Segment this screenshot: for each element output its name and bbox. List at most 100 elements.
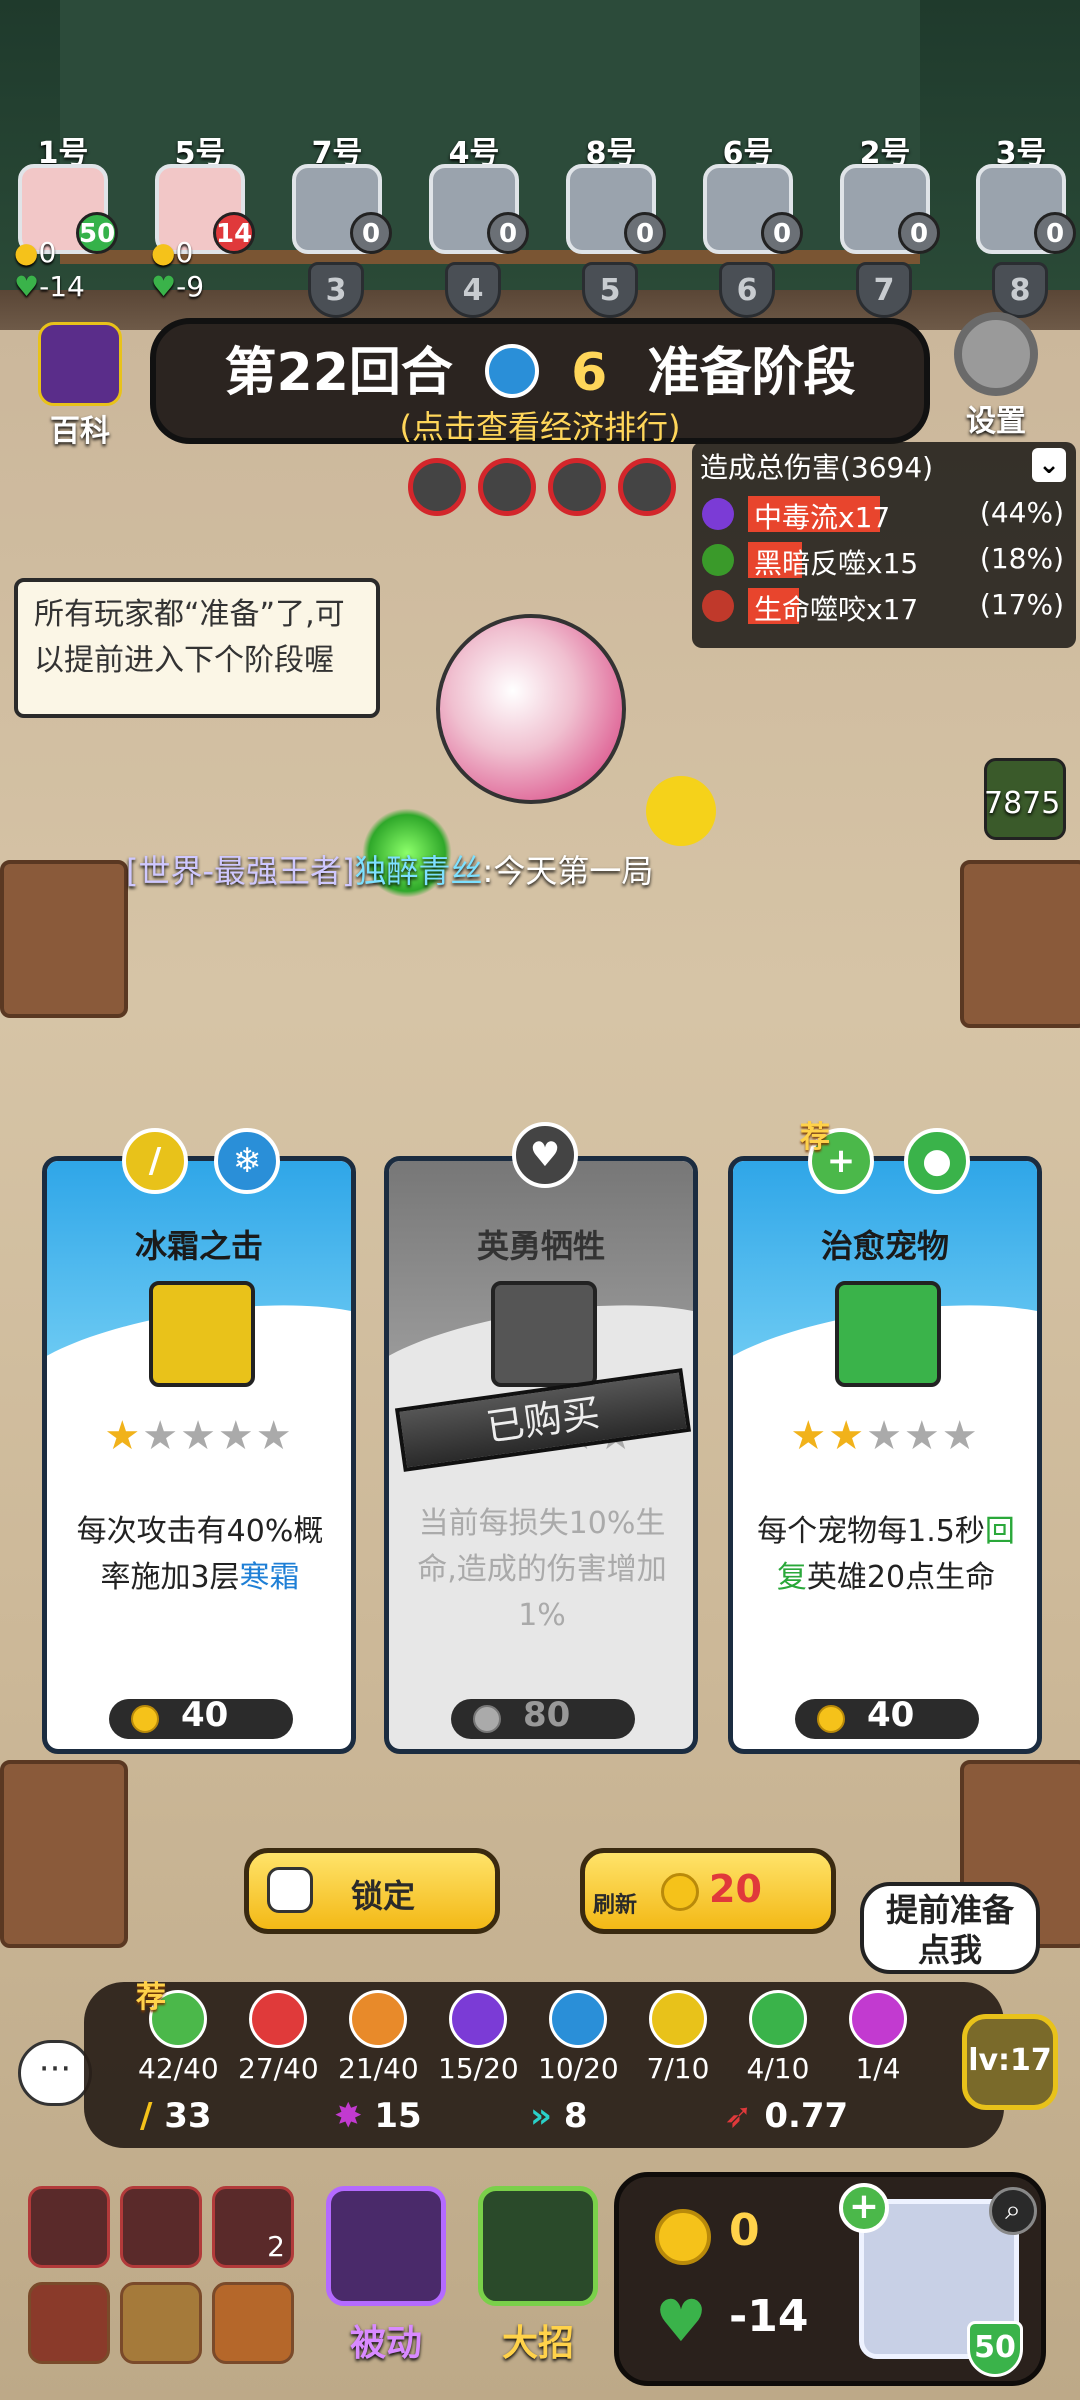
price-value: 80 (523, 1695, 571, 1735)
synergy-frost[interactable]: 10/20 (538, 1990, 619, 2085)
rank-shield: 3 (308, 262, 364, 318)
paw-icon (749, 1990, 807, 2048)
synergy-count: 4/10 (746, 2052, 810, 2085)
encyclopedia-label: 百科 (50, 414, 110, 449)
card-description: 当前每损失10%生命,造成的伤害增加1% (417, 1506, 667, 1633)
damage-row: 黑暗反噬x15 (18%) (698, 540, 1068, 580)
player-hp: ♥-14 (14, 270, 85, 303)
player-level-badge: 14 (213, 212, 255, 254)
synergy-burst[interactable]: 1/4 (838, 1990, 918, 2085)
crit-stat: ✸ 15 (334, 2096, 422, 2136)
banned-traits (408, 458, 680, 516)
player-hud: 0 ♥ -14 + ⌕ 50 (614, 2172, 1046, 2386)
synergy-pet[interactable]: 4/10 (738, 1990, 818, 2085)
heart-icon: ♥ (151, 270, 177, 303)
refresh-cost: 20 (709, 1867, 762, 1911)
early-ready-bubble[interactable]: 提前准备点我 (860, 1882, 1040, 1974)
passive-label: 被动 (349, 2323, 422, 2364)
synergy-count: 10/20 (538, 2052, 619, 2085)
passive-skill-icon[interactable] (326, 2186, 446, 2306)
recommended-tag: 荐 (136, 1980, 166, 2015)
damage-row: 生命噬咬x17 (17%) (698, 586, 1068, 626)
banned-icon (618, 458, 676, 516)
synergy-count: 21/40 (338, 2052, 419, 2085)
life-bite-icon (702, 590, 734, 622)
chat-sender[interactable]: 独醉青丝 (355, 852, 483, 890)
gold-orb (646, 776, 716, 846)
heart-icon: ♥ (512, 1122, 578, 1188)
ultimate-label: 大招 (501, 2323, 574, 2364)
gear-icon (954, 312, 1038, 396)
coin-icon (655, 2209, 711, 2265)
bag-icon[interactable] (28, 2282, 110, 2364)
card-description: 每次攻击有40%概率施加3层寒霜 (76, 1514, 324, 1595)
round-title: 第22回合 6 准备阶段 (156, 330, 924, 405)
magnifier-icon[interactable]: ⌕ (989, 2187, 1037, 2235)
burger-icon[interactable] (212, 2282, 294, 2364)
encyclopedia-button[interactable]: 百科 (30, 322, 130, 450)
snowflake-icon (549, 1990, 607, 2048)
card-price: 40 (795, 1695, 979, 1739)
sword-icon (649, 1990, 707, 2048)
synergy-heart[interactable]: 27/40 (238, 1990, 319, 2085)
hp-value: -14 (729, 2291, 809, 2342)
player-hp: ♥-9 (151, 270, 205, 303)
shop-card-frost-strike[interactable]: 冰霜之击 ★★★★★ 每次攻击有40%概率施加3层寒霜 40 (42, 1156, 356, 1754)
phase-label: 准备阶段 (647, 343, 856, 403)
cards-icon[interactable]: 2 (212, 2186, 294, 2268)
round-banner[interactable]: 第22回合 6 准备阶段 (点击查看经济排行) (150, 318, 930, 446)
gold-value: 0 (729, 2205, 760, 2256)
synergy-bar[interactable]: 42/40 荐 27/40 21/40 15/20 10/20 7/10 4/1… (84, 1980, 1004, 2148)
chat-icon[interactable]: ··· (18, 2040, 92, 2106)
sword-icon: / (122, 1128, 188, 1194)
shop-cart-icon[interactable] (28, 2186, 110, 2268)
snowflake-icon: ❄ (214, 1128, 280, 1194)
damage-row: 中毒流x17 (44%) (698, 494, 1068, 534)
refresh-button[interactable]: 刷新 20 (580, 1848, 836, 1934)
lock-button[interactable]: 锁定 (244, 1848, 500, 1934)
healing-pet-icon (835, 1281, 941, 1387)
damage-panel[interactable]: 造成总伤害(3694) ⌄ 中毒流x17 (44%) 黑暗反噬x15 (18%)… (692, 442, 1076, 648)
card-price: 80 (451, 1695, 635, 1739)
dark-backlash-icon (702, 544, 734, 576)
synergy-shield[interactable]: 21/40 (338, 1990, 419, 2085)
level-up-icon[interactable]: + (839, 2183, 889, 2233)
synergy-poison[interactable]: 15/20 (438, 1990, 519, 2085)
damage-label: 黑暗反噬x15 (754, 547, 919, 580)
coin-icon (817, 1705, 845, 1733)
ultimate-skill-icon[interactable] (478, 2186, 598, 2306)
card-price: 40 (109, 1695, 293, 1739)
crit-icon: ✸ (334, 2096, 375, 2136)
hero-level-badge: 50 (967, 2321, 1023, 2377)
level-badge[interactable]: lv:17 (962, 2014, 1058, 2110)
heart-icon: ♥ (14, 270, 40, 303)
banned-icon (408, 458, 466, 516)
helmet-icon (491, 1281, 597, 1387)
bread-icon[interactable] (120, 2282, 202, 2364)
synergy-count: 42/40 (138, 2052, 219, 2085)
skull-icon (449, 1990, 507, 2048)
heart-icon (249, 1990, 307, 2048)
crown-icon[interactable] (120, 2186, 202, 2268)
poison-skull-icon (702, 498, 734, 530)
cards-count: 2 (267, 2230, 285, 2263)
world-chat-line: [世界-最强王者]独醉青丝:今天第一局 (126, 846, 653, 892)
shield-icon (349, 1990, 407, 2048)
chevron-down-icon[interactable]: ⌄ (1032, 448, 1066, 482)
synergy-count: 1/4 (855, 2052, 901, 2085)
lock-icon (267, 1867, 313, 1913)
card-name: 英勇牺牲 (476, 1227, 605, 1265)
card-stars: ★★★★★ (790, 1413, 980, 1459)
damage-percent: (17%) (979, 588, 1064, 621)
player-level-badge: 50 (76, 212, 118, 254)
attack-speed-icon: ➶ (724, 2096, 765, 2136)
settings-button[interactable]: 设置 (946, 312, 1046, 440)
damage-label: 生命噬咬x17 (754, 593, 919, 626)
rank-shield: 5 (582, 262, 638, 318)
chat-channel: [世界-最强王者] (126, 852, 355, 890)
synergy-sword[interactable]: 7/10 (638, 1990, 718, 2085)
round-number: 第22回合 (224, 343, 453, 403)
shop-card-healing-pet[interactable]: 治愈宠物 ★★★★★ 每个宠物每1.5秒回复英雄20点生命 40 (728, 1156, 1042, 1754)
player-level-badge: 0 (487, 212, 529, 254)
book-icon (38, 322, 122, 406)
